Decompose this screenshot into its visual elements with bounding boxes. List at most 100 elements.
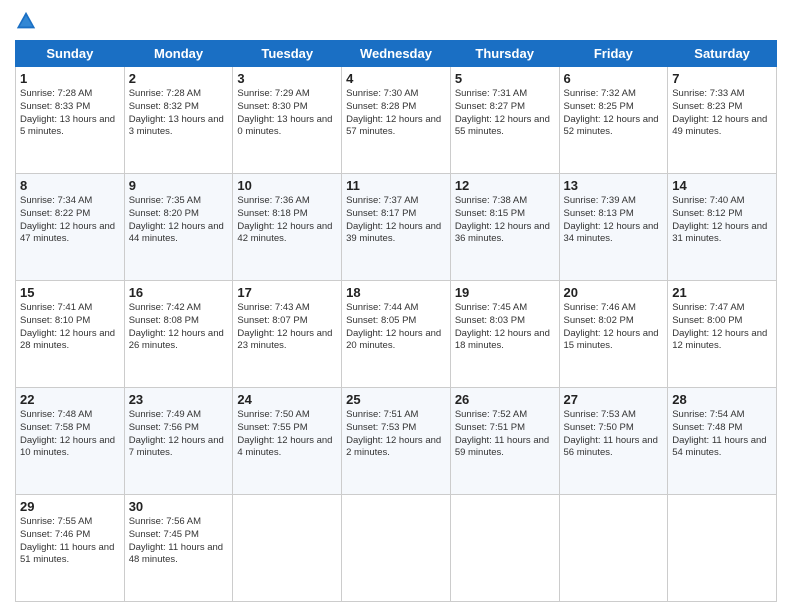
calendar-cell: 16 Sunrise: 7:42 AMSunset: 8:08 PMDaylig… xyxy=(124,281,233,388)
day-info: Sunrise: 7:39 AMSunset: 8:13 PMDaylight:… xyxy=(564,195,664,246)
calendar-cell: 13 Sunrise: 7:39 AMSunset: 8:13 PMDaylig… xyxy=(559,174,668,281)
day-info: Sunrise: 7:41 AMSunset: 8:10 PMDaylight:… xyxy=(20,302,120,353)
day-info: Sunrise: 7:35 AMSunset: 8:20 PMDaylight:… xyxy=(129,195,229,246)
day-info: Sunrise: 7:45 AMSunset: 8:03 PMDaylight:… xyxy=(455,302,555,353)
day-info: Sunrise: 7:48 AMSunset: 7:58 PMDaylight:… xyxy=(20,409,120,460)
day-info: Sunrise: 7:46 AMSunset: 8:02 PMDaylight:… xyxy=(564,302,664,353)
calendar-cell xyxy=(233,495,342,602)
day-info: Sunrise: 7:28 AMSunset: 8:32 PMDaylight:… xyxy=(129,88,229,139)
day-number: 6 xyxy=(564,71,664,86)
calendar-cell: 19 Sunrise: 7:45 AMSunset: 8:03 PMDaylig… xyxy=(450,281,559,388)
weekday-tuesday: Tuesday xyxy=(233,41,342,67)
calendar-cell xyxy=(668,495,777,602)
day-info: Sunrise: 7:56 AMSunset: 7:45 PMDaylight:… xyxy=(129,516,229,567)
day-info: Sunrise: 7:28 AMSunset: 8:33 PMDaylight:… xyxy=(20,88,120,139)
calendar-cell: 4 Sunrise: 7:30 AMSunset: 8:28 PMDayligh… xyxy=(342,67,451,174)
day-info: Sunrise: 7:32 AMSunset: 8:25 PMDaylight:… xyxy=(564,88,664,139)
calendar-cell: 15 Sunrise: 7:41 AMSunset: 8:10 PMDaylig… xyxy=(16,281,125,388)
day-info: Sunrise: 7:37 AMSunset: 8:17 PMDaylight:… xyxy=(346,195,446,246)
calendar-cell: 8 Sunrise: 7:34 AMSunset: 8:22 PMDayligh… xyxy=(16,174,125,281)
day-number: 26 xyxy=(455,392,555,407)
weekday-thursday: Thursday xyxy=(450,41,559,67)
day-info: Sunrise: 7:34 AMSunset: 8:22 PMDaylight:… xyxy=(20,195,120,246)
weekday-sunday: Sunday xyxy=(16,41,125,67)
calendar-table: SundayMondayTuesdayWednesdayThursdayFrid… xyxy=(15,40,777,602)
day-info: Sunrise: 7:47 AMSunset: 8:00 PMDaylight:… xyxy=(672,302,772,353)
day-info: Sunrise: 7:43 AMSunset: 8:07 PMDaylight:… xyxy=(237,302,337,353)
calendar-cell xyxy=(559,495,668,602)
weekday-saturday: Saturday xyxy=(668,41,777,67)
calendar-cell: 5 Sunrise: 7:31 AMSunset: 8:27 PMDayligh… xyxy=(450,67,559,174)
day-info: Sunrise: 7:42 AMSunset: 8:08 PMDaylight:… xyxy=(129,302,229,353)
day-number: 17 xyxy=(237,285,337,300)
calendar-cell: 22 Sunrise: 7:48 AMSunset: 7:58 PMDaylig… xyxy=(16,388,125,495)
day-info: Sunrise: 7:44 AMSunset: 8:05 PMDaylight:… xyxy=(346,302,446,353)
calendar-cell: 29 Sunrise: 7:55 AMSunset: 7:46 PMDaylig… xyxy=(16,495,125,602)
day-number: 24 xyxy=(237,392,337,407)
calendar-cell: 17 Sunrise: 7:43 AMSunset: 8:07 PMDaylig… xyxy=(233,281,342,388)
day-number: 12 xyxy=(455,178,555,193)
weekday-wednesday: Wednesday xyxy=(342,41,451,67)
day-info: Sunrise: 7:29 AMSunset: 8:30 PMDaylight:… xyxy=(237,88,337,139)
day-info: Sunrise: 7:30 AMSunset: 8:28 PMDaylight:… xyxy=(346,88,446,139)
calendar-cell: 24 Sunrise: 7:50 AMSunset: 7:55 PMDaylig… xyxy=(233,388,342,495)
day-info: Sunrise: 7:50 AMSunset: 7:55 PMDaylight:… xyxy=(237,409,337,460)
day-number: 1 xyxy=(20,71,120,86)
calendar-cell: 18 Sunrise: 7:44 AMSunset: 8:05 PMDaylig… xyxy=(342,281,451,388)
day-number: 15 xyxy=(20,285,120,300)
day-number: 22 xyxy=(20,392,120,407)
day-number: 9 xyxy=(129,178,229,193)
calendar-cell xyxy=(450,495,559,602)
day-number: 20 xyxy=(564,285,664,300)
day-info: Sunrise: 7:31 AMSunset: 8:27 PMDaylight:… xyxy=(455,88,555,139)
day-number: 4 xyxy=(346,71,446,86)
day-info: Sunrise: 7:52 AMSunset: 7:51 PMDaylight:… xyxy=(455,409,555,460)
day-number: 25 xyxy=(346,392,446,407)
day-number: 16 xyxy=(129,285,229,300)
logo-icon xyxy=(15,10,37,32)
day-number: 13 xyxy=(564,178,664,193)
day-info: Sunrise: 7:55 AMSunset: 7:46 PMDaylight:… xyxy=(20,516,120,567)
calendar-cell: 6 Sunrise: 7:32 AMSunset: 8:25 PMDayligh… xyxy=(559,67,668,174)
calendar-cell: 9 Sunrise: 7:35 AMSunset: 8:20 PMDayligh… xyxy=(124,174,233,281)
day-number: 18 xyxy=(346,285,446,300)
day-number: 23 xyxy=(129,392,229,407)
weekday-friday: Friday xyxy=(559,41,668,67)
calendar-cell: 25 Sunrise: 7:51 AMSunset: 7:53 PMDaylig… xyxy=(342,388,451,495)
calendar-cell: 23 Sunrise: 7:49 AMSunset: 7:56 PMDaylig… xyxy=(124,388,233,495)
day-number: 19 xyxy=(455,285,555,300)
calendar-cell: 12 Sunrise: 7:38 AMSunset: 8:15 PMDaylig… xyxy=(450,174,559,281)
calendar-cell: 7 Sunrise: 7:33 AMSunset: 8:23 PMDayligh… xyxy=(668,67,777,174)
day-number: 3 xyxy=(237,71,337,86)
calendar-cell: 30 Sunrise: 7:56 AMSunset: 7:45 PMDaylig… xyxy=(124,495,233,602)
day-number: 30 xyxy=(129,499,229,514)
calendar-cell: 2 Sunrise: 7:28 AMSunset: 8:32 PMDayligh… xyxy=(124,67,233,174)
logo xyxy=(15,10,41,32)
calendar-cell: 27 Sunrise: 7:53 AMSunset: 7:50 PMDaylig… xyxy=(559,388,668,495)
calendar-cell: 20 Sunrise: 7:46 AMSunset: 8:02 PMDaylig… xyxy=(559,281,668,388)
day-number: 10 xyxy=(237,178,337,193)
page: SundayMondayTuesdayWednesdayThursdayFrid… xyxy=(0,0,792,612)
day-number: 5 xyxy=(455,71,555,86)
calendar-cell: 21 Sunrise: 7:47 AMSunset: 8:00 PMDaylig… xyxy=(668,281,777,388)
calendar-cell xyxy=(342,495,451,602)
day-number: 8 xyxy=(20,178,120,193)
day-info: Sunrise: 7:33 AMSunset: 8:23 PMDaylight:… xyxy=(672,88,772,139)
week-row-3: 22 Sunrise: 7:48 AMSunset: 7:58 PMDaylig… xyxy=(16,388,777,495)
day-number: 29 xyxy=(20,499,120,514)
weekday-header-row: SundayMondayTuesdayWednesdayThursdayFrid… xyxy=(16,41,777,67)
calendar-cell: 10 Sunrise: 7:36 AMSunset: 8:18 PMDaylig… xyxy=(233,174,342,281)
calendar-cell: 26 Sunrise: 7:52 AMSunset: 7:51 PMDaylig… xyxy=(450,388,559,495)
weekday-monday: Monday xyxy=(124,41,233,67)
day-number: 21 xyxy=(672,285,772,300)
week-row-0: 1 Sunrise: 7:28 AMSunset: 8:33 PMDayligh… xyxy=(16,67,777,174)
day-number: 7 xyxy=(672,71,772,86)
day-info: Sunrise: 7:53 AMSunset: 7:50 PMDaylight:… xyxy=(564,409,664,460)
day-info: Sunrise: 7:36 AMSunset: 8:18 PMDaylight:… xyxy=(237,195,337,246)
calendar-cell: 1 Sunrise: 7:28 AMSunset: 8:33 PMDayligh… xyxy=(16,67,125,174)
day-info: Sunrise: 7:51 AMSunset: 7:53 PMDaylight:… xyxy=(346,409,446,460)
day-number: 11 xyxy=(346,178,446,193)
calendar-cell: 28 Sunrise: 7:54 AMSunset: 7:48 PMDaylig… xyxy=(668,388,777,495)
week-row-1: 8 Sunrise: 7:34 AMSunset: 8:22 PMDayligh… xyxy=(16,174,777,281)
day-number: 2 xyxy=(129,71,229,86)
